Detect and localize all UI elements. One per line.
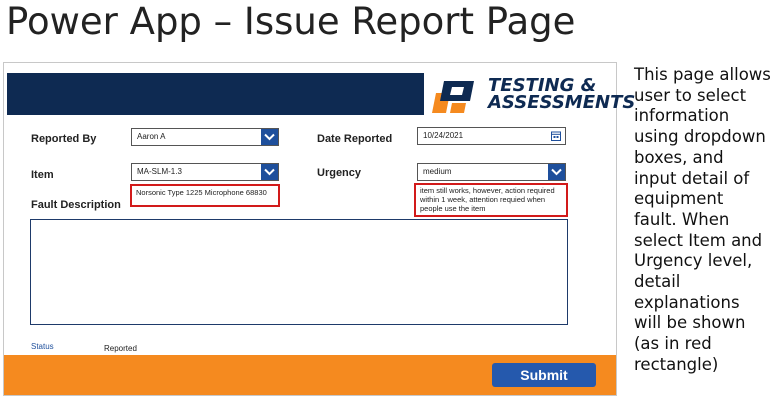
date-reported-label: Date Reported	[317, 133, 393, 145]
chevron-down-icon	[264, 168, 275, 176]
fault-description-textarea[interactable]	[30, 219, 568, 325]
submit-button[interactable]: Submit	[492, 363, 596, 387]
urgency-value: medium	[423, 167, 452, 176]
side-note-line: explanations	[634, 292, 740, 312]
side-note-line: user to select	[634, 85, 747, 105]
item-chevron-button[interactable]	[261, 164, 278, 180]
side-note-line: rectangle)	[634, 354, 719, 374]
status-value: Reported	[104, 344, 137, 353]
urgency-chevron-button[interactable]	[548, 164, 565, 180]
side-note-line: information	[634, 106, 730, 126]
side-note-line: (as in red	[634, 334, 712, 354]
urgency-label: Urgency	[317, 167, 362, 179]
chevron-down-icon	[264, 133, 275, 141]
chevron-down-icon	[551, 168, 562, 176]
side-note-line: select Item and	[634, 230, 763, 250]
status-label: Status	[31, 342, 54, 351]
header-bar	[7, 73, 424, 115]
side-note-line: Urgency level,	[634, 251, 753, 271]
item-label: Item	[31, 169, 54, 181]
side-note: This page allows user to select informatio…	[634, 65, 774, 376]
date-reported-picker[interactable]: 10/24/2021	[417, 127, 566, 145]
logo-text: TESTING & ASSESSMENTS	[488, 77, 636, 113]
calendar-icon[interactable]	[551, 131, 561, 141]
fault-description-label: Fault Description	[31, 199, 121, 211]
side-note-line: boxes, and	[634, 147, 724, 167]
power-app-screen: TESTING & ASSESSMENTS Reported By Aaron …	[3, 62, 635, 396]
side-note-line: input detail of	[634, 168, 750, 188]
reported-by-label: Reported By	[31, 133, 97, 145]
logo-line-2: ASSESSMENTS	[488, 92, 636, 113]
item-detail-highlight: Norsonic Type 1225 Microphone 68830	[130, 184, 280, 207]
urgency-detail-highlight: item still works, however, action requir…	[414, 183, 568, 217]
reported-by-chevron-button[interactable]	[261, 129, 278, 145]
reported-by-dropdown[interactable]: Aaron A	[131, 128, 279, 146]
urgency-dropdown[interactable]: medium	[417, 163, 566, 181]
reported-by-value: Aaron A	[137, 132, 166, 141]
side-note-line: will be shown	[634, 313, 746, 333]
side-note-line: detail	[634, 272, 681, 292]
slide-title: Power App – Issue Report Page	[6, 0, 576, 43]
side-note-line: fault. When	[634, 209, 730, 229]
logo-mark-icon	[432, 81, 474, 113]
date-reported-value: 10/24/2021	[423, 131, 464, 140]
side-note-line: This page allows	[634, 65, 771, 84]
item-value: MA-SLM-1.3	[137, 167, 182, 176]
item-dropdown[interactable]: MA-SLM-1.3	[131, 163, 279, 181]
side-note-line: using dropdown	[634, 127, 766, 147]
side-note-line: equipment	[634, 189, 724, 209]
company-logo: TESTING & ASSESSMENTS	[430, 77, 635, 117]
